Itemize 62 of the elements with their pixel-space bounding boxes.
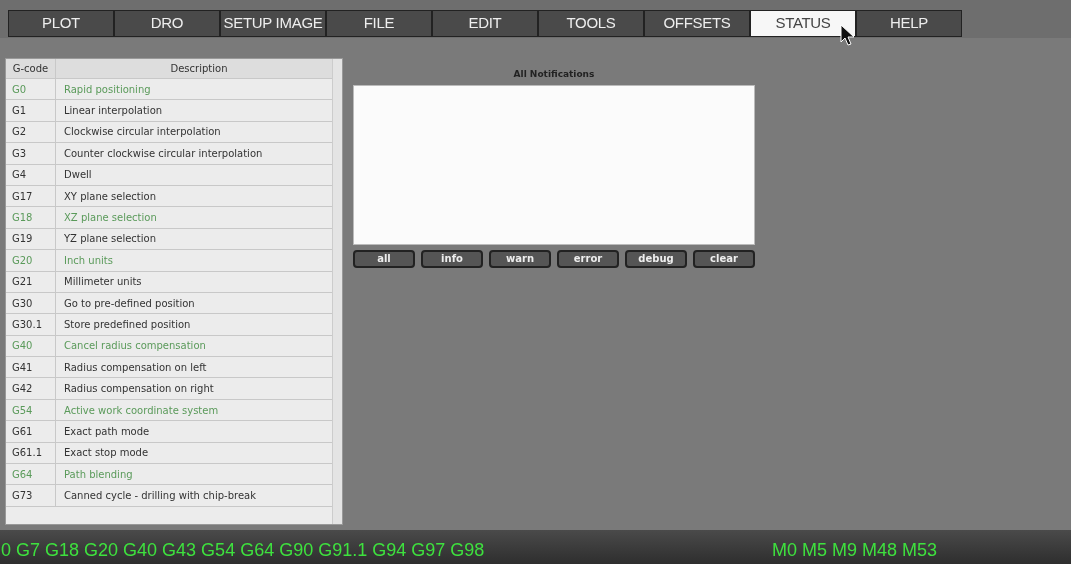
table-cell-text: Cancel radius compensation bbox=[63, 339, 207, 354]
table-cell: G1 bbox=[6, 100, 56, 121]
table-cell: G30.1 bbox=[6, 314, 56, 335]
table-cell: G19 bbox=[6, 228, 56, 250]
table-cell-text: XZ plane selection bbox=[63, 211, 158, 226]
table-cell-text: Clockwise circular interpolation bbox=[63, 125, 222, 140]
table-cell-text: Dwell bbox=[63, 168, 93, 183]
table-cell-text: Go to pre-defined position bbox=[63, 296, 196, 311]
table-cell: G20 bbox=[6, 250, 56, 271]
tab[interactable]: HELP bbox=[856, 10, 962, 37]
active-gcodes: 0 G7 G18 G20 G40 G43 G54 G64 G90 G91.1 G94 G97 G98 bbox=[1, 539, 486, 562]
tab[interactable]: TOOLS bbox=[538, 10, 644, 37]
tab[interactable]: DRO bbox=[114, 10, 220, 37]
table-cell-text: Canned cycle - drilling with chip-break bbox=[63, 489, 257, 504]
table-cell: G64 bbox=[6, 464, 56, 485]
tab[interactable]: STATUS bbox=[750, 10, 856, 37]
table-cell: G61 bbox=[6, 421, 56, 442]
table-cell: G3 bbox=[6, 143, 56, 164]
table-cell-text: Exact stop mode bbox=[63, 446, 150, 461]
table-cell: G73 bbox=[6, 485, 56, 506]
table-cell-text: YZ plane selection bbox=[63, 232, 157, 247]
table-cell: G17 bbox=[6, 185, 56, 207]
tab[interactable]: EDIT bbox=[432, 10, 538, 37]
tab[interactable]: SETUP IMAGE bbox=[220, 10, 326, 37]
tab[interactable]: OFFSETS bbox=[644, 10, 750, 37]
filter-button[interactable]: error bbox=[557, 249, 619, 268]
table-cell-text: Linear interpolation bbox=[63, 104, 164, 119]
filter-button[interactable]: debug bbox=[625, 249, 687, 268]
table-cell: G0 bbox=[6, 79, 56, 100]
filter-button[interactable]: warn bbox=[489, 249, 551, 268]
table-cell-text: Radius compensation on left bbox=[63, 360, 208, 375]
table-cell: G61.1 bbox=[6, 442, 56, 464]
table-cell-text: Millimeter units bbox=[63, 275, 143, 290]
table-cell: G2 bbox=[6, 121, 56, 143]
table-cell-text: Exact path mode bbox=[63, 424, 151, 439]
table-cell: G18 bbox=[6, 207, 56, 228]
table-cell-text: Counter clockwise circular interpolation bbox=[63, 146, 264, 161]
table-cell-text: XY plane selection bbox=[63, 189, 157, 204]
panel-title: All Notifications bbox=[512, 68, 596, 81]
table-cell-text: Store predefined position bbox=[63, 318, 192, 332]
column-header: Description bbox=[169, 62, 229, 76]
table-cell: G40 bbox=[6, 335, 56, 357]
table-cell-text: Rapid positioning bbox=[63, 82, 152, 97]
filter-button[interactable]: info bbox=[421, 249, 483, 268]
active-mcodes: M0 M5 M9 M48 M53 bbox=[772, 539, 938, 562]
cursor-icon bbox=[840, 24, 856, 46]
table-cell-text: Inch units bbox=[63, 253, 114, 268]
table-cell: G41 bbox=[6, 357, 56, 378]
table-cell: G21 bbox=[6, 271, 56, 292]
table-cell-text: Radius compensation on right bbox=[63, 382, 215, 397]
filter-button[interactable]: all bbox=[353, 249, 415, 268]
tab[interactable]: FILE bbox=[326, 10, 432, 37]
column-header: G-code bbox=[6, 59, 56, 78]
table-cell: G4 bbox=[6, 164, 56, 185]
table-cell-text: Active work coordinate system bbox=[63, 403, 220, 418]
table-cell: G54 bbox=[6, 399, 56, 421]
filter-button[interactable]: clear bbox=[693, 249, 755, 268]
table-cell: G30 bbox=[6, 292, 56, 314]
table-cell: G42 bbox=[6, 378, 56, 399]
scrollbar[interactable] bbox=[332, 59, 342, 524]
table-cell-text: Path blending bbox=[63, 467, 134, 482]
tab[interactable]: PLOT bbox=[8, 10, 114, 37]
